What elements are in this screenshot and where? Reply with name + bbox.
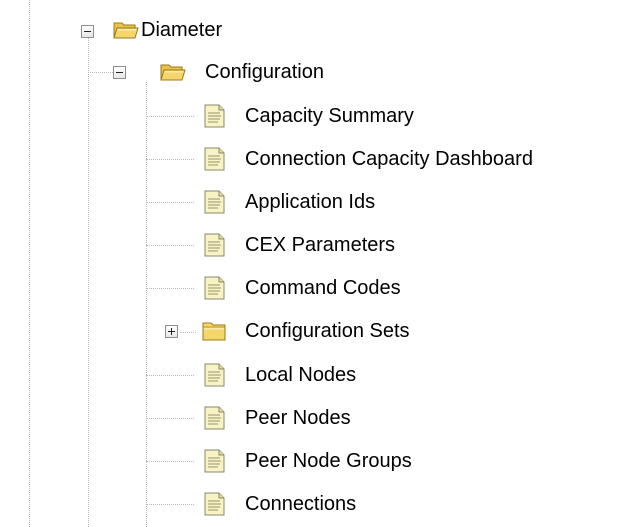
navigation-tree: Diameter Configuration Capacity Summary <box>0 0 624 527</box>
tree-guide-line <box>146 159 194 160</box>
tree-guide-line <box>146 504 194 505</box>
collapse-configuration-toggle[interactable] <box>113 66 126 79</box>
tree-item-connections[interactable]: Connections <box>245 492 356 516</box>
tree-guide-line <box>88 34 89 527</box>
document-icon <box>202 449 228 473</box>
tree-guide-line <box>146 418 194 419</box>
tree-guide-line <box>146 375 194 376</box>
tree-guide-line <box>146 245 194 246</box>
document-icon <box>202 104 228 128</box>
document-icon <box>202 147 228 171</box>
document-icon <box>202 406 228 430</box>
tree-item-application-ids[interactable]: Application Ids <box>245 190 375 214</box>
document-icon <box>202 190 228 214</box>
folder-open-icon <box>160 60 186 84</box>
tree-guide-line <box>146 288 194 289</box>
collapse-diameter-toggle[interactable] <box>81 25 94 38</box>
tree-guide-line <box>146 202 194 203</box>
tree-guide-line <box>88 72 113 73</box>
tree-item-capacity-summary[interactable]: Capacity Summary <box>245 104 414 128</box>
tree-item-connection-capacity-dashboard[interactable]: Connection Capacity Dashboard <box>245 147 533 171</box>
tree-item-local-nodes[interactable]: Local Nodes <box>245 363 356 387</box>
tree-node-diameter[interactable]: Diameter <box>141 18 222 42</box>
tree-item-peer-nodes[interactable]: Peer Nodes <box>245 406 351 430</box>
tree-node-configuration[interactable]: Configuration <box>205 60 324 84</box>
tree-guide-line <box>29 0 30 527</box>
tree-node-configuration-sets[interactable]: Configuration Sets <box>245 319 410 343</box>
tree-guide-line <box>146 116 194 117</box>
tree-guide-line <box>180 332 196 333</box>
folder-closed-icon <box>202 319 228 343</box>
tree-guide-line <box>146 461 194 462</box>
tree-item-command-codes[interactable]: Command Codes <box>245 276 401 300</box>
expand-configuration-sets-toggle[interactable] <box>165 325 178 338</box>
document-icon <box>202 363 228 387</box>
document-icon <box>202 276 228 300</box>
document-icon <box>202 233 228 257</box>
document-icon <box>202 492 228 516</box>
tree-item-peer-node-groups[interactable]: Peer Node Groups <box>245 449 412 473</box>
folder-open-icon <box>113 18 139 42</box>
tree-item-cex-parameters[interactable]: CEX Parameters <box>245 233 395 257</box>
